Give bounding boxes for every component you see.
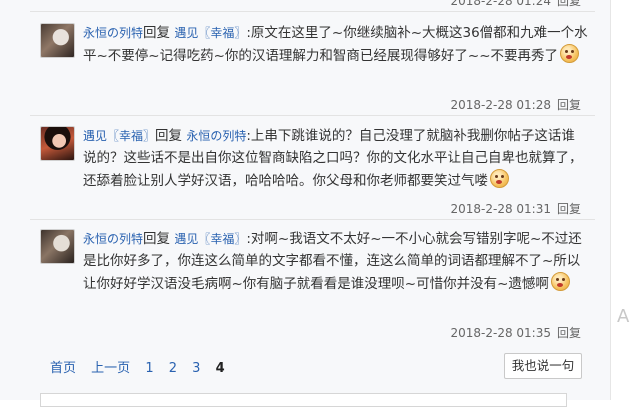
smiley-icon — [490, 169, 509, 188]
author-link[interactable]: 遇见〖幸福〗 — [83, 129, 155, 143]
post-meta: 2018-2-28 01:35 回复 — [450, 324, 581, 341]
post-time: 2018-2-28 01:31 — [450, 202, 551, 216]
reply-word: 回复 — [143, 25, 171, 41]
reply-word: 回复 — [155, 128, 183, 144]
pager-page-1[interactable]: 1 — [145, 361, 153, 376]
prev-post-meta: 2018-2-28 01:24 回复 — [450, 0, 581, 9]
smiley-icon — [550, 272, 570, 291]
post-time: 2018-2-28 01:28 — [450, 98, 551, 112]
avatar[interactable] — [40, 229, 75, 264]
divider — [30, 219, 595, 220]
avatar[interactable] — [40, 23, 75, 58]
comment-text: 永恒の列特回复 遇见〖幸福〗:对啊~我语文不太好~一不小心就会写错别字呢~不过还… — [83, 228, 588, 295]
reply-to-link[interactable]: 遇见〖幸福〗 — [174, 26, 246, 40]
pager-page-2[interactable]: 2 — [169, 361, 177, 376]
comment-panel: 2018-2-28 01:24 回复 永恒の列特回复 遇见〖幸福〗:原文在这里了~… — [0, 0, 610, 407]
comment-text: 永恒の列特回复 遇见〖幸福〗:原文在这里了~你继续脑补~大概这36僧都和九难一个… — [83, 22, 588, 67]
post-time: 2018-2-28 01:35 — [450, 326, 551, 340]
pager-page-3[interactable]: 3 — [192, 361, 200, 376]
author-link[interactable]: 永恒の列特 — [83, 232, 143, 246]
smiley-icon — [560, 44, 580, 63]
gutter-letter: A — [617, 306, 630, 327]
reply-link[interactable]: 回复 — [557, 326, 581, 340]
pager-first[interactable]: 首页 — [50, 361, 76, 376]
post-meta: 2018-2-28 01:31 回复 — [450, 200, 581, 217]
right-gutter — [610, 0, 630, 400]
prev-reply-link[interactable]: 回复 — [557, 0, 581, 8]
reply-editor[interactable] — [40, 393, 567, 407]
prev-post-time: 2018-2-28 01:24 — [450, 0, 551, 8]
post-meta: 2018-2-28 01:28 回复 — [450, 96, 581, 113]
pager-current-page: 4 — [215, 361, 225, 376]
reply-to-link[interactable]: 遇见〖幸福〗 — [174, 232, 246, 246]
reply-word: 回复 — [143, 231, 171, 247]
say-something-button[interactable]: 我也说一句 — [504, 353, 582, 379]
pager-prev[interactable]: 上一页 — [91, 361, 130, 376]
divider — [30, 11, 595, 12]
avatar[interactable] — [40, 126, 75, 161]
divider — [30, 115, 595, 116]
reply-link[interactable]: 回复 — [557, 202, 581, 216]
author-link[interactable]: 永恒の列特 — [83, 26, 143, 40]
reply-to-link[interactable]: 永恒の列特 — [186, 129, 246, 143]
pagination: 首页 上一页 1 2 3 4 — [50, 357, 236, 376]
comment-text: 遇见〖幸福〗回复 永恒の列特:上串下跳谁说的？自己没理了就脑补我删你帖子这话谁说… — [83, 125, 588, 192]
reply-link[interactable]: 回复 — [557, 98, 581, 112]
